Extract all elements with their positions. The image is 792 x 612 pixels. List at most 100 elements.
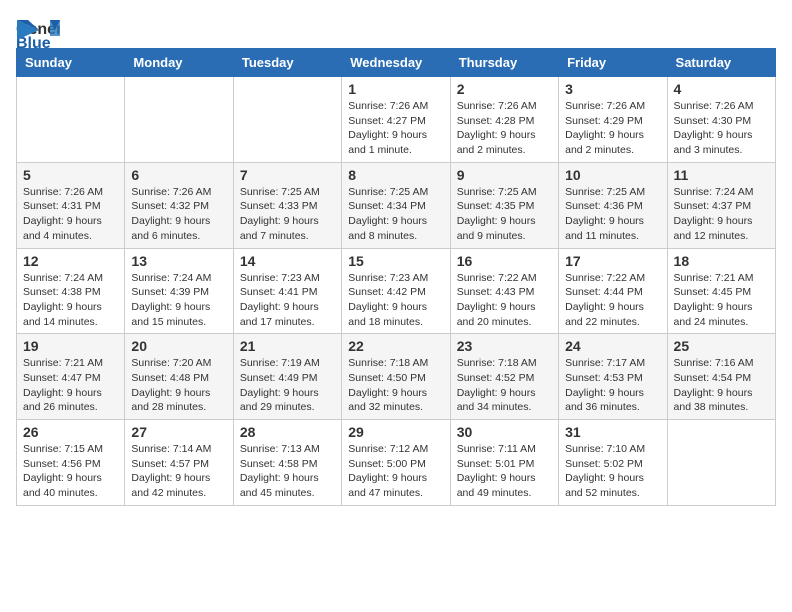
day-info: Sunrise: 7:13 AM Sunset: 4:58 PM Dayligh… [240, 442, 335, 501]
day-number: 26 [23, 424, 118, 440]
day-number: 19 [23, 338, 118, 354]
calendar-cell: 20 Sunrise: 7:20 AM Sunset: 4:48 PM Dayli… [125, 334, 233, 420]
calendar-cell: 12Sunrise: 7:24 AM Sunset: 4:38 PM Dayli… [17, 248, 125, 334]
day-header-wednesday: Wednesday [342, 49, 450, 77]
day-info: Sunrise: 7:10 AM Sunset: 5:02 PM Dayligh… [565, 442, 660, 501]
day-number: 9 [457, 167, 552, 183]
day-info: Sunrise: 7:25 AM Sunset: 4:36 PM Dayligh… [565, 185, 660, 244]
calendar-cell: 8 Sunrise: 7:25 AM Sunset: 4:34 PM Daylig… [342, 162, 450, 248]
calendar-cell [125, 77, 233, 163]
day-info: Sunrise: 7:18 AM Sunset: 4:52 PM Dayligh… [457, 356, 552, 415]
day-info: Sunrise: 7:26 AM Sunset: 4:28 PM Dayligh… [457, 99, 552, 158]
day-info: Sunrise: 7:25 AM Sunset: 4:33 PM Dayligh… [240, 185, 335, 244]
day-number: 13 [131, 253, 226, 269]
calendar-cell: 27Sunrise: 7:14 AM Sunset: 4:57 PM Dayli… [125, 420, 233, 506]
day-info: Sunrise: 7:21 AM Sunset: 4:45 PM Dayligh… [674, 271, 769, 330]
day-number: 20 [131, 338, 226, 354]
calendar-cell: 29Sunrise: 7:12 AM Sunset: 5:00 PM Dayli… [342, 420, 450, 506]
day-number: 5 [23, 167, 118, 183]
page-header: General Blue [16, 16, 776, 36]
day-info: Sunrise: 7:23 AM Sunset: 4:42 PM Dayligh… [348, 271, 443, 330]
day-number: 1 [348, 81, 443, 97]
day-info: Sunrise: 7:20 AM Sunset: 4:48 PM Dayligh… [131, 356, 226, 415]
calendar-cell: 7 Sunrise: 7:25 AM Sunset: 4:33 PM Daylig… [233, 162, 341, 248]
day-number: 28 [240, 424, 335, 440]
logo: General Blue [16, 16, 60, 36]
day-header-friday: Friday [559, 49, 667, 77]
calendar-table: SundayMondayTuesdayWednesdayThursdayFrid… [16, 48, 776, 506]
calendar-cell [667, 420, 775, 506]
calendar-cell: 13 Sunrise: 7:24 AM Sunset: 4:39 PM Dayli… [125, 248, 233, 334]
day-info: Sunrise: 7:23 AM Sunset: 4:41 PM Dayligh… [240, 271, 335, 330]
calendar-week-1: 1 Sunrise: 7:26 AM Sunset: 4:27 PM Daylig… [17, 77, 776, 163]
day-info: Sunrise: 7:26 AM Sunset: 4:30 PM Dayligh… [674, 99, 769, 158]
day-number: 3 [565, 81, 660, 97]
day-number: 25 [674, 338, 769, 354]
calendar-cell: 30 Sunrise: 7:11 AM Sunset: 5:01 PM Dayli… [450, 420, 558, 506]
day-header-saturday: Saturday [667, 49, 775, 77]
calendar-cell: 15 Sunrise: 7:23 AM Sunset: 4:42 PM Dayli… [342, 248, 450, 334]
calendar-cell: 3 Sunrise: 7:26 AM Sunset: 4:29 PM Daylig… [559, 77, 667, 163]
day-number: 2 [457, 81, 552, 97]
calendar-cell: 24 Sunrise: 7:17 AM Sunset: 4:53 PM Dayli… [559, 334, 667, 420]
day-header-tuesday: Tuesday [233, 49, 341, 77]
day-info: Sunrise: 7:25 AM Sunset: 4:34 PM Dayligh… [348, 185, 443, 244]
calendar-cell: 22Sunrise: 7:18 AM Sunset: 4:50 PM Dayli… [342, 334, 450, 420]
day-number: 11 [674, 167, 769, 183]
day-number: 4 [674, 81, 769, 97]
day-header-thursday: Thursday [450, 49, 558, 77]
day-info: Sunrise: 7:17 AM Sunset: 4:53 PM Dayligh… [565, 356, 660, 415]
calendar-cell: 28 Sunrise: 7:13 AM Sunset: 4:58 PM Dayli… [233, 420, 341, 506]
calendar-cell: 5Sunrise: 7:26 AM Sunset: 4:31 PM Daylig… [17, 162, 125, 248]
day-info: Sunrise: 7:11 AM Sunset: 5:01 PM Dayligh… [457, 442, 552, 501]
day-number: 31 [565, 424, 660, 440]
calendar-week-3: 12Sunrise: 7:24 AM Sunset: 4:38 PM Dayli… [17, 248, 776, 334]
day-number: 10 [565, 167, 660, 183]
calendar-cell: 25 Sunrise: 7:16 AM Sunset: 4:54 PM Dayli… [667, 334, 775, 420]
day-info: Sunrise: 7:24 AM Sunset: 4:39 PM Dayligh… [131, 271, 226, 330]
calendar-cell: 1 Sunrise: 7:26 AM Sunset: 4:27 PM Daylig… [342, 77, 450, 163]
calendar-cell: 10 Sunrise: 7:25 AM Sunset: 4:36 PM Dayli… [559, 162, 667, 248]
day-header-monday: Monday [125, 49, 233, 77]
day-info: Sunrise: 7:15 AM Sunset: 4:56 PM Dayligh… [23, 442, 118, 501]
day-number: 23 [457, 338, 552, 354]
day-info: Sunrise: 7:26 AM Sunset: 4:29 PM Dayligh… [565, 99, 660, 158]
calendar-cell: 14Sunrise: 7:23 AM Sunset: 4:41 PM Dayli… [233, 248, 341, 334]
day-info: Sunrise: 7:26 AM Sunset: 4:27 PM Dayligh… [348, 99, 443, 158]
day-number: 15 [348, 253, 443, 269]
day-info: Sunrise: 7:22 AM Sunset: 4:44 PM Dayligh… [565, 271, 660, 330]
day-info: Sunrise: 7:25 AM Sunset: 4:35 PM Dayligh… [457, 185, 552, 244]
calendar-cell: 17 Sunrise: 7:22 AM Sunset: 4:44 PM Dayli… [559, 248, 667, 334]
calendar-cell: 18Sunrise: 7:21 AM Sunset: 4:45 PM Dayli… [667, 248, 775, 334]
day-number: 30 [457, 424, 552, 440]
day-number: 29 [348, 424, 443, 440]
logo-triangle-icon [17, 20, 39, 40]
day-number: 7 [240, 167, 335, 183]
calendar-week-5: 26 Sunrise: 7:15 AM Sunset: 4:56 PM Dayli… [17, 420, 776, 506]
calendar-cell: 16Sunrise: 7:22 AM Sunset: 4:43 PM Dayli… [450, 248, 558, 334]
day-info: Sunrise: 7:19 AM Sunset: 4:49 PM Dayligh… [240, 356, 335, 415]
calendar-header-row: SundayMondayTuesdayWednesdayThursdayFrid… [17, 49, 776, 77]
day-info: Sunrise: 7:18 AM Sunset: 4:50 PM Dayligh… [348, 356, 443, 415]
calendar-cell: 11 Sunrise: 7:24 AM Sunset: 4:37 PM Dayli… [667, 162, 775, 248]
calendar-week-4: 19 Sunrise: 7:21 AM Sunset: 4:47 PM Dayli… [17, 334, 776, 420]
day-info: Sunrise: 7:24 AM Sunset: 4:37 PM Dayligh… [674, 185, 769, 244]
calendar-cell: 9 Sunrise: 7:25 AM Sunset: 4:35 PM Daylig… [450, 162, 558, 248]
day-info: Sunrise: 7:26 AM Sunset: 4:32 PM Dayligh… [131, 185, 226, 244]
calendar-cell: 31 Sunrise: 7:10 AM Sunset: 5:02 PM Dayli… [559, 420, 667, 506]
day-info: Sunrise: 7:16 AM Sunset: 4:54 PM Dayligh… [674, 356, 769, 415]
day-info: Sunrise: 7:21 AM Sunset: 4:47 PM Dayligh… [23, 356, 118, 415]
calendar-cell [233, 77, 341, 163]
day-number: 21 [240, 338, 335, 354]
calendar-week-2: 5Sunrise: 7:26 AM Sunset: 4:31 PM Daylig… [17, 162, 776, 248]
calendar-cell: 2 Sunrise: 7:26 AM Sunset: 4:28 PM Daylig… [450, 77, 558, 163]
day-number: 24 [565, 338, 660, 354]
day-number: 8 [348, 167, 443, 183]
day-number: 12 [23, 253, 118, 269]
calendar-cell: 23 Sunrise: 7:18 AM Sunset: 4:52 PM Dayli… [450, 334, 558, 420]
day-number: 16 [457, 253, 552, 269]
day-number: 6 [131, 167, 226, 183]
calendar-cell [17, 77, 125, 163]
calendar-cell: 6 Sunrise: 7:26 AM Sunset: 4:32 PM Daylig… [125, 162, 233, 248]
day-number: 17 [565, 253, 660, 269]
